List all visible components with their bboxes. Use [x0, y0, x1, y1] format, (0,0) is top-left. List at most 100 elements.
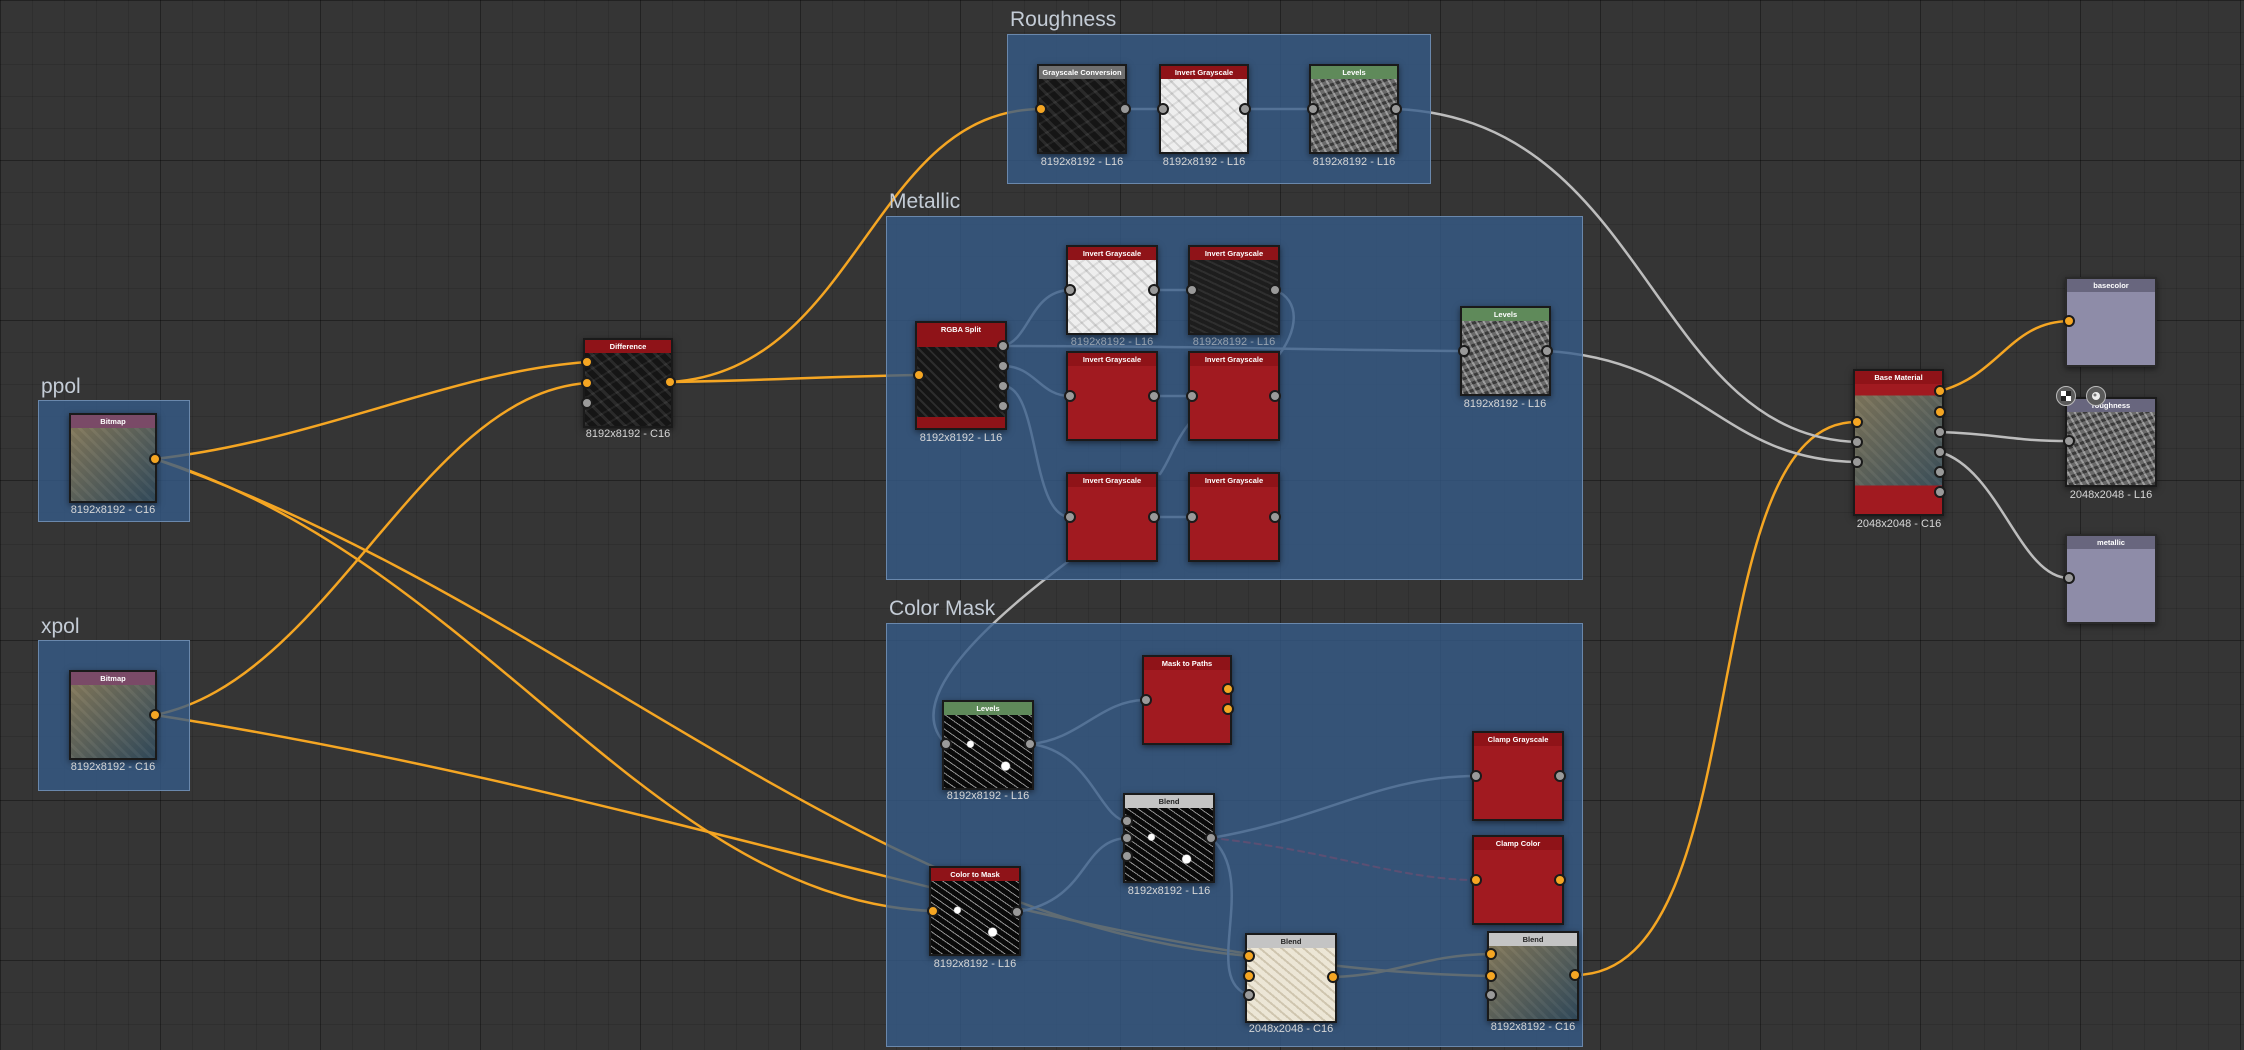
node-invert-grayscale-roughness[interactable]: Invert Grayscale: [1159, 64, 1249, 154]
input-port[interactable]: [1121, 832, 1133, 844]
input-port[interactable]: [1851, 436, 1863, 448]
node-title: Invert Grayscale: [1068, 474, 1156, 487]
node-difference[interactable]: Difference: [583, 338, 673, 428]
output-port[interactable]: [1934, 466, 1946, 478]
input-port[interactable]: [1186, 511, 1198, 523]
input-port[interactable]: [1470, 874, 1482, 886]
input-port[interactable]: [1064, 284, 1076, 296]
output-port[interactable]: [1011, 906, 1023, 918]
node-bitmap-ppol[interactable]: Bitmap: [69, 413, 157, 503]
output-port[interactable]: [1541, 345, 1553, 357]
node-output-metallic[interactable]: metallic: [2065, 534, 2157, 624]
node-color-to-mask[interactable]: Color to Mask: [929, 866, 1021, 956]
output-port[interactable]: [1148, 390, 1160, 402]
node-levels-metallic[interactable]: Levels: [1460, 306, 1551, 396]
node-title: metallic: [2067, 536, 2155, 549]
input-port[interactable]: [940, 738, 952, 750]
node-levels-roughness[interactable]: Levels: [1309, 64, 1399, 154]
input-port[interactable]: [1064, 511, 1076, 523]
input-port[interactable]: [1243, 970, 1255, 982]
output-port[interactable]: [149, 453, 161, 465]
checker-icon[interactable]: [2056, 386, 2076, 406]
input-port[interactable]: [1035, 103, 1047, 115]
node-invert-grayscale-m4[interactable]: Invert Grayscale: [1188, 351, 1280, 441]
node-clamp-grayscale[interactable]: Clamp Grayscale: [1472, 731, 1564, 821]
output-port[interactable]: [997, 400, 1009, 412]
input-port[interactable]: [581, 377, 593, 389]
output-port[interactable]: [997, 380, 1009, 392]
node-invert-grayscale-m6[interactable]: Invert Grayscale: [1188, 472, 1280, 562]
output-port[interactable]: [997, 360, 1009, 372]
node-blend-3[interactable]: Blend: [1487, 931, 1579, 1021]
node-graph-canvas[interactable]: Roughness Metallic Color Mask ppol xpol …: [0, 0, 2244, 1050]
node-clamp-color[interactable]: Clamp Color: [1472, 835, 1564, 925]
input-port[interactable]: [913, 369, 925, 381]
input-port[interactable]: [1485, 989, 1497, 1001]
node-bitmap-xpol[interactable]: Bitmap: [69, 670, 157, 760]
input-port[interactable]: [2063, 435, 2075, 447]
output-port[interactable]: [1554, 770, 1566, 782]
output-port[interactable]: [1934, 486, 1946, 498]
output-port[interactable]: [1390, 103, 1402, 115]
output-port[interactable]: [1327, 971, 1339, 983]
output-port[interactable]: [1934, 406, 1946, 418]
input-port[interactable]: [581, 397, 593, 409]
output-port[interactable]: [1222, 703, 1234, 715]
input-port[interactable]: [1121, 815, 1133, 827]
output-port[interactable]: [1934, 446, 1946, 458]
output-port[interactable]: [1119, 103, 1131, 115]
node-levels-color-mask[interactable]: Levels: [942, 700, 1034, 790]
output-port[interactable]: [1024, 738, 1036, 750]
output-port[interactable]: [1554, 874, 1566, 886]
input-port[interactable]: [1458, 345, 1470, 357]
input-port[interactable]: [581, 356, 593, 368]
output-port[interactable]: [1269, 390, 1281, 402]
input-port[interactable]: [1140, 694, 1152, 706]
node-invert-grayscale-m5[interactable]: Invert Grayscale: [1066, 472, 1158, 562]
node-mask-to-paths[interactable]: Mask to Paths: [1142, 655, 1232, 745]
output-port[interactable]: [664, 376, 676, 388]
input-port[interactable]: [1485, 948, 1497, 960]
output-port[interactable]: [149, 709, 161, 721]
thumbnail: [917, 336, 1005, 428]
thumbnail: [944, 715, 1032, 788]
input-port[interactable]: [2063, 572, 2075, 584]
output-port[interactable]: [1934, 385, 1946, 397]
input-port[interactable]: [1186, 390, 1198, 402]
input-port[interactable]: [1064, 390, 1076, 402]
input-port[interactable]: [2063, 315, 2075, 327]
node-output-roughness[interactable]: roughness: [2065, 397, 2157, 487]
output-port[interactable]: [1148, 284, 1160, 296]
input-port[interactable]: [1243, 950, 1255, 962]
frame-title-metallic: Metallic: [889, 190, 961, 213]
node-base-material[interactable]: Base Material: [1853, 369, 1944, 516]
output-port[interactable]: [1269, 284, 1281, 296]
input-port[interactable]: [1243, 989, 1255, 1001]
output-port[interactable]: [997, 340, 1009, 352]
input-port[interactable]: [1186, 284, 1198, 296]
output-port[interactable]: [1239, 103, 1251, 115]
node-grayscale-conversion[interactable]: Grayscale Conversion: [1037, 64, 1127, 154]
output-port[interactable]: [1269, 511, 1281, 523]
output-port[interactable]: [1934, 426, 1946, 438]
input-port[interactable]: [1157, 103, 1169, 115]
node-invert-grayscale-m3[interactable]: Invert Grayscale: [1066, 351, 1158, 441]
input-port[interactable]: [1470, 770, 1482, 782]
material-sphere-icon[interactable]: [2086, 386, 2106, 406]
node-output-basecolor[interactable]: basecolor: [2065, 277, 2157, 367]
input-port[interactable]: [1851, 416, 1863, 428]
output-port[interactable]: [1569, 969, 1581, 981]
input-port[interactable]: [1485, 970, 1497, 982]
node-rgba-split[interactable]: RGBA Split: [915, 321, 1007, 430]
node-invert-grayscale-m2[interactable]: Invert Grayscale: [1188, 245, 1280, 335]
node-invert-grayscale-m1[interactable]: Invert Grayscale: [1066, 245, 1158, 335]
node-blend-2[interactable]: Blend: [1245, 933, 1337, 1023]
input-port[interactable]: [1121, 850, 1133, 862]
input-port[interactable]: [1307, 103, 1319, 115]
output-port[interactable]: [1148, 511, 1160, 523]
node-blend-1[interactable]: Blend: [1123, 793, 1215, 883]
input-port[interactable]: [1851, 456, 1863, 468]
input-port[interactable]: [927, 905, 939, 917]
output-port[interactable]: [1205, 832, 1217, 844]
output-port[interactable]: [1222, 683, 1234, 695]
